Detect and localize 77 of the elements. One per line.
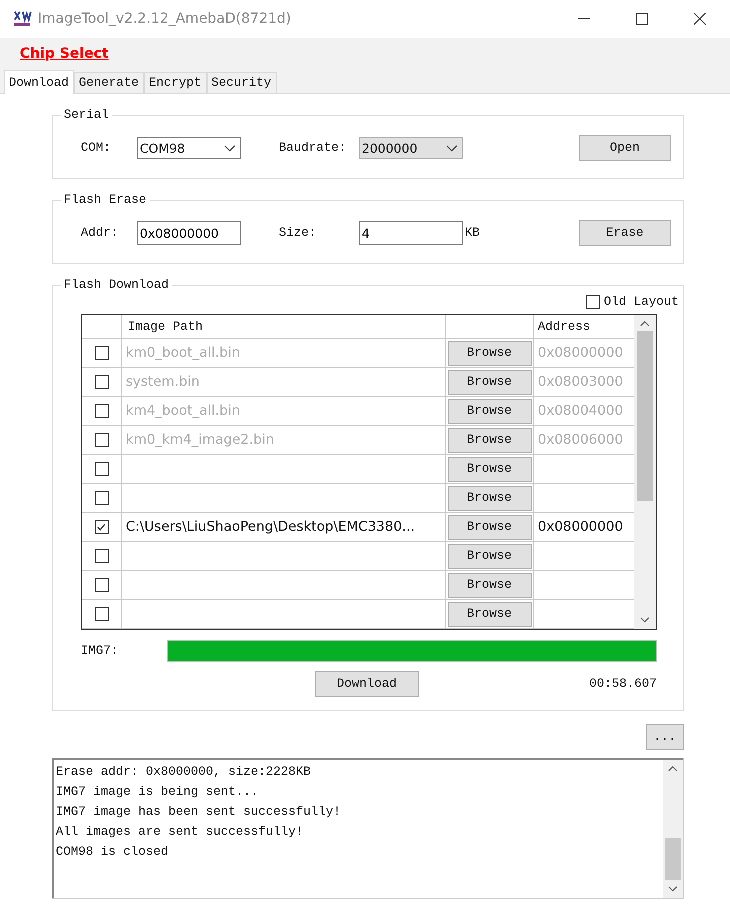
tab[interactable]: Encrypt: [144, 72, 207, 93]
old-layout-label: Old Layout: [604, 295, 679, 309]
image-path: km4_boot_all.bin: [126, 403, 240, 419]
more-button[interactable]: ...: [646, 724, 684, 750]
row-checkbox[interactable]: [94, 346, 108, 360]
browse-button[interactable]: Browse: [448, 398, 532, 424]
baudrate-label: Baudrate:: [279, 141, 348, 155]
scroll-down-icon[interactable]: [668, 886, 678, 892]
address-cell: 0x08003000: [538, 374, 624, 390]
addr-label: Addr:: [81, 226, 120, 240]
log-line: All images are sent successfully!: [56, 824, 305, 841]
chip-select-link[interactable]: Chip Select: [20, 46, 109, 62]
com-label: COM:: [81, 141, 112, 155]
browse-button[interactable]: Browse: [448, 340, 532, 366]
scroll-up-icon[interactable]: [668, 766, 678, 772]
row-checkbox[interactable]: [94, 462, 108, 476]
check-icon: [96, 522, 107, 532]
window-title: ImageTool_v2.2.12_AmebaD(8721d): [38, 11, 292, 27]
row-checkbox[interactable]: [94, 607, 108, 621]
open-button[interactable]: Open: [579, 135, 671, 161]
scrollbar[interactable]: [634, 315, 656, 629]
browse-button[interactable]: Browse: [448, 428, 532, 452]
tab[interactable]: Download: [4, 70, 74, 94]
image-path: system.bin: [126, 374, 200, 390]
row-checkbox[interactable]: [94, 404, 108, 418]
download-button[interactable]: Download: [315, 671, 419, 697]
tab[interactable]: Generate: [74, 72, 144, 93]
scrollbar[interactable]: [663, 760, 683, 898]
browse-button[interactable]: Browse: [448, 486, 532, 510]
erase-button[interactable]: Erase: [579, 220, 671, 246]
browse-button[interactable]: Browse: [448, 514, 532, 540]
close-icon[interactable]: [694, 13, 706, 25]
browse-button[interactable]: Browse: [448, 544, 532, 568]
row-checkbox[interactable]: [94, 433, 108, 447]
column-header: Address: [537, 318, 592, 336]
baudrate-dropdown[interactable]: 2000000: [359, 137, 463, 159]
row-checkbox[interactable]: [94, 375, 108, 389]
image-path: km0_boot_all.bin: [126, 345, 240, 361]
scroll-thumb[interactable]: [665, 838, 681, 880]
old-layout-checkbox[interactable]: [586, 295, 600, 309]
com-dropdown[interactable]: COM98: [137, 137, 241, 159]
address-cell: 0x08000000: [538, 519, 624, 535]
chevron-down-icon: [224, 144, 236, 152]
scroll-up-icon[interactable]: [640, 321, 650, 327]
tab[interactable]: Security: [206, 72, 277, 93]
address-cell: 0x08004000: [538, 403, 624, 419]
size-field[interactable]: 4: [359, 221, 463, 245]
size-unit: KB: [465, 226, 480, 240]
row-checkbox[interactable]: [94, 578, 108, 592]
group-title: Serial: [63, 108, 110, 122]
browse-button[interactable]: Browse: [448, 602, 532, 626]
scroll-down-icon[interactable]: [640, 617, 650, 623]
addr-field[interactable]: 0x08000000: [137, 221, 241, 245]
log-line: IMG7 image is being sent...: [56, 784, 260, 801]
log-line: Erase addr: 0x8000000, size:2228KB: [56, 764, 312, 781]
maximize-icon[interactable]: [636, 13, 648, 25]
chevron-down-icon: [446, 144, 458, 152]
row-checkbox[interactable]: [94, 491, 108, 505]
size-label: Size:: [279, 226, 318, 240]
elapsed-time: 00:58.607: [589, 677, 657, 691]
column-header: Image Path: [122, 315, 446, 338]
address-cell: 0x08006000: [538, 432, 624, 448]
row-checkbox[interactable]: [94, 520, 108, 534]
app-logo-icon: [12, 10, 32, 28]
group-title: Flash Erase: [63, 193, 148, 207]
image-path: km0_km4_image2.bin: [126, 432, 274, 448]
log-line: IMG7 image has been sent successfully!: [56, 804, 342, 821]
address-cell: 0x08000000: [538, 345, 624, 361]
progress-label: IMG7:: [81, 644, 120, 658]
log-line: COM98 is closed: [56, 844, 170, 861]
group-title: Flash Download: [63, 278, 170, 292]
browse-button[interactable]: Browse: [448, 456, 532, 482]
image-path: C:\Users\LiuShaoPeng\Desktop\EMC3380...: [126, 519, 416, 535]
browse-button[interactable]: Browse: [448, 370, 532, 394]
browse-button[interactable]: Browse: [448, 572, 532, 598]
scroll-thumb[interactable]: [637, 331, 653, 501]
row-checkbox[interactable]: [94, 549, 108, 563]
